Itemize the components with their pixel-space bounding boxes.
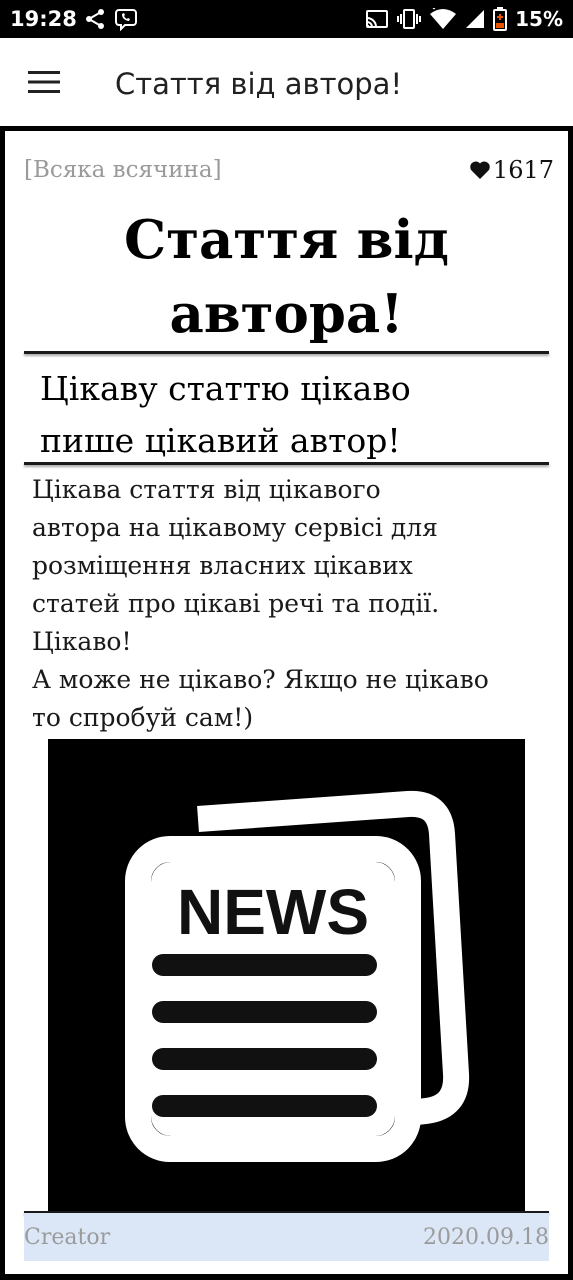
- divider: [24, 351, 549, 354]
- hamburger-menu-icon: [28, 70, 60, 98]
- likes-count: 1617: [492, 156, 554, 184]
- app-bar: Стаття від автора!: [0, 38, 573, 128]
- article-footer: Creator 2020.09.18: [24, 1213, 549, 1261]
- news-icon-label: NEWS: [177, 876, 369, 948]
- divider: [24, 462, 549, 465]
- article-category[interactable]: [Всяка всячина]: [24, 155, 222, 185]
- article-body: Цікава стаття від цікавого автора на цік…: [32, 471, 547, 737]
- battery-percent: 15%: [515, 7, 563, 31]
- article-title: Стаття від автора!: [24, 203, 549, 351]
- article-subtitle-line: пише цікавий автор!: [40, 421, 401, 460]
- viber-icon: [114, 7, 138, 31]
- app-bar-title: Стаття від автора!: [115, 67, 403, 101]
- status-time: 19:28: [10, 7, 77, 31]
- article-image[interactable]: NEWS: [48, 739, 525, 1223]
- article-date: 2020.09.18: [423, 1225, 549, 1250]
- article-subtitle: Цікаву статтю цікаво пише цікавий автор!: [40, 363, 545, 467]
- article-card[interactable]: [Всяка всячина] 1617 Стаття від автора! …: [0, 126, 573, 1280]
- menu-button[interactable]: [20, 62, 68, 106]
- likes-counter[interactable]: 1617: [469, 155, 554, 185]
- status-right-icons: 15%: [365, 6, 563, 32]
- status-bar: 19:28 15%: [0, 0, 573, 38]
- article-body-line: розміщення власних цікавих: [32, 551, 413, 580]
- battery-icon: [493, 7, 508, 31]
- article-body-line: А може не цікаво? Якщо не цікаво: [32, 665, 489, 694]
- article-author[interactable]: Creator: [24, 1223, 110, 1253]
- article-body-line: Цікаво!: [32, 627, 132, 656]
- article-title-line: Стаття від: [124, 209, 449, 271]
- article-content: [Всяка всячина] 1617 Стаття від автора! …: [24, 131, 554, 1274]
- article-body-line: то спробуй сам!): [32, 703, 254, 732]
- share-icon: [84, 8, 106, 30]
- news-icon: NEWS: [48, 739, 525, 1223]
- wifi-icon: [429, 8, 457, 30]
- article-title-line: автора!: [169, 283, 404, 345]
- signal-icon: [465, 9, 485, 29]
- article-body-line: Цікава стаття від цікавого: [32, 475, 381, 504]
- article-subtitle-line: Цікаву статтю цікаво: [40, 369, 411, 408]
- vibrate-icon: [397, 8, 422, 30]
- article-body-line: статей про цікаві речі та події.: [32, 589, 440, 618]
- article-body-line: автора на цікавому сервісі для: [32, 513, 438, 542]
- heart-icon: [469, 160, 491, 180]
- status-left-icons: [84, 6, 138, 32]
- cast-icon: [365, 9, 389, 29]
